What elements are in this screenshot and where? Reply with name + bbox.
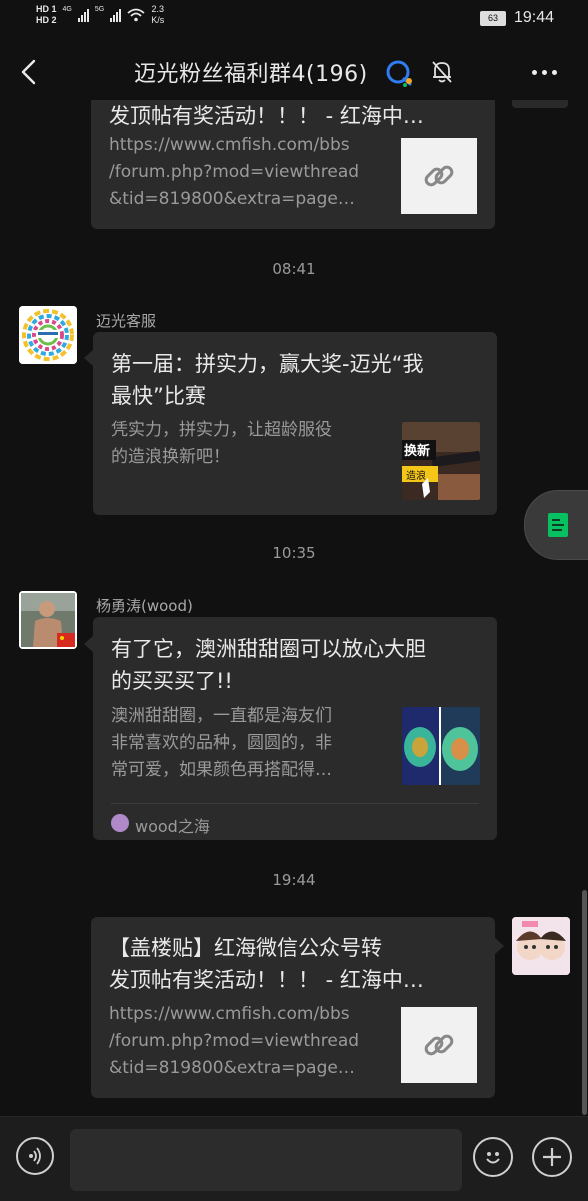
- chat-title: 迈光粉丝福利群4(196): [134, 62, 368, 87]
- link-thumbnail: [401, 1007, 477, 1083]
- emoji-button[interactable]: [473, 1137, 513, 1177]
- more-options-icon[interactable]: [532, 70, 557, 75]
- enterprise-chat-icon: [386, 60, 412, 87]
- user-photo-avatar: [512, 917, 570, 975]
- article-thumbnail: 换新 造浪: [402, 422, 480, 500]
- floating-note-button[interactable]: [524, 490, 588, 560]
- card-desc-line: 的造浪换新吧！: [111, 447, 230, 467]
- avatar-top-partial: [512, 100, 568, 108]
- user-photo-avatar: [19, 591, 77, 649]
- card-title: 的买买买了!!: [111, 669, 233, 693]
- status-time: 19:44: [513, 9, 554, 26]
- link-icon: [424, 1034, 454, 1056]
- net-speed-value: 2.3: [151, 4, 164, 14]
- timestamp: 10:35: [272, 544, 316, 562]
- more-functions-button[interactable]: [532, 1137, 572, 1177]
- emoji-icon: [486, 1152, 500, 1164]
- card-desc-line: 凭实力，拼实力，让超龄服役: [111, 420, 332, 440]
- card-desc-line: &tid=819800&extra=page…: [109, 1058, 355, 1078]
- network-type-2: 5G: [94, 5, 105, 13]
- timestamp: 19:44: [272, 871, 316, 889]
- battery-icon: 63: [479, 10, 506, 26]
- input-bar: [0, 1116, 588, 1201]
- message-input[interactable]: [70, 1129, 462, 1191]
- card-divider: [111, 803, 479, 804]
- message-card-top[interactable]: 发顶帖有奖活动！！！ - 红海中… https://www.cmfish.com…: [91, 100, 495, 229]
- plus-icon: [543, 1148, 561, 1166]
- source-avatar: [111, 814, 129, 832]
- voice-icon: [29, 1147, 41, 1165]
- card-title: 发顶帖有奖活动！！！ - 红海中…: [109, 104, 424, 128]
- card-desc-line: /forum.php?mod=viewthread: [109, 162, 360, 182]
- card-desc-line: https://www.cmfish.com/bbs: [109, 135, 350, 155]
- source-name: wood之海: [135, 817, 210, 836]
- sender-name: 杨勇涛(wood): [96, 597, 193, 615]
- avatar[interactable]: [19, 591, 77, 649]
- card-title: 【盖楼贴】红海微信公众号转: [109, 936, 382, 960]
- svg-text:造浪: 造浪: [406, 469, 426, 482]
- brand-logo-avatar: [19, 306, 77, 364]
- message-card[interactable]: 第一届：拼实力，赢大奖-迈光“我 最快”比赛 凭实力，拼实力，让超龄服役 的造浪…: [93, 332, 497, 515]
- chat-header: 迈光粉丝福利群4(196): [0, 38, 588, 106]
- card-desc-line: 澳洲甜甜圈，一直都是海友们: [111, 706, 332, 726]
- voice-button[interactable]: [16, 1137, 54, 1175]
- card-desc-line: /forum.php?mod=viewthread: [109, 1031, 360, 1051]
- avatar[interactable]: [19, 306, 77, 364]
- message-card[interactable]: 【盖楼贴】红海微信公众号转 发顶帖有奖活动！！！ - 红海中… https://…: [91, 917, 495, 1098]
- svg-text:换新: 换新: [404, 443, 430, 459]
- link-icon: [424, 165, 454, 187]
- back-icon[interactable]: [18, 58, 40, 86]
- timestamp: 08:41: [272, 260, 316, 278]
- card-title: 第一届：拼实力，赢大奖-迈光“我: [111, 352, 424, 376]
- card-title: 发顶帖有奖活动！！！ - 红海中…: [109, 968, 424, 992]
- mute-bell-icon: [432, 61, 452, 83]
- signal-icon-2: [110, 8, 122, 22]
- scrollbar[interactable]: [582, 890, 587, 1115]
- signal-icon: [77, 8, 89, 22]
- article-thumbnail: [402, 707, 480, 785]
- sender-name: 迈光客服: [96, 312, 157, 330]
- status-bar: HD 1 HD 2 4G 5G 2.3 K/s 63 19:44: [0, 0, 588, 38]
- link-thumbnail: [401, 138, 477, 214]
- message-card[interactable]: 有了它，澳洲甜甜圈可以放心大胆 的买买买了!! 澳洲甜甜圈，一直都是海友们 非常…: [93, 617, 497, 840]
- note-icon: [548, 513, 568, 537]
- card-desc-line: 常可爱，如果颜色再搭配得…: [111, 760, 332, 780]
- card-title: 有了它，澳洲甜甜圈可以放心大胆: [111, 637, 426, 661]
- network-type-1: 4G: [62, 5, 72, 13]
- net-speed-unit: K/s: [151, 15, 165, 25]
- card-desc-line: https://www.cmfish.com/bbs: [109, 1004, 350, 1024]
- sim2-label: HD 2: [36, 15, 57, 25]
- card-desc-line: 非常喜欢的品种，圆圆的，非: [111, 733, 332, 753]
- card-title: 最快”比赛: [111, 384, 206, 408]
- battery-level: 63: [487, 12, 498, 23]
- wifi-icon: [127, 8, 145, 22]
- card-desc-line: &tid=819800&extra=page…: [109, 189, 355, 209]
- sim1-label: HD 1: [36, 4, 57, 14]
- my-avatar[interactable]: [512, 917, 570, 975]
